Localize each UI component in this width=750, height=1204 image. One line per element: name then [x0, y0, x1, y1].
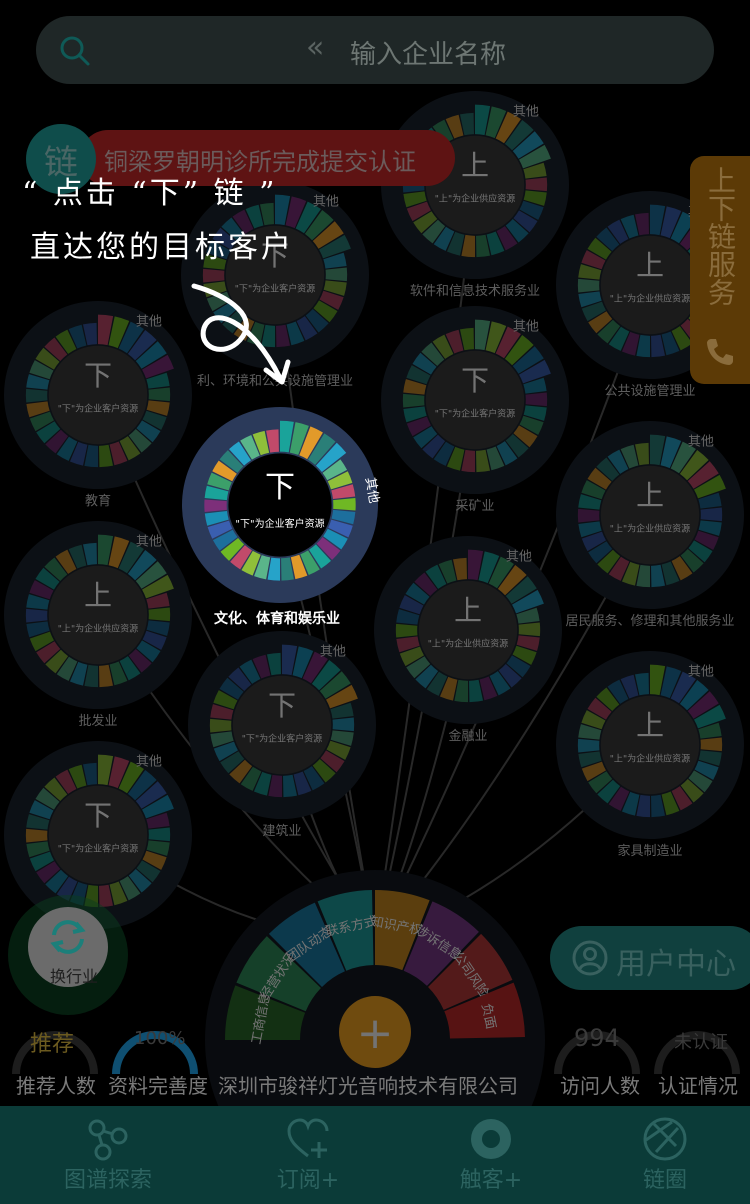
visits-value: 994 [574, 1024, 620, 1052]
bottom-nav: 图谱探索 订阅+ 触客+ 链圈 [0, 1106, 750, 1204]
company-name[interactable]: 深圳市骏祥灯光音响技术有限公司 [218, 1070, 518, 1099]
chain-service-tab[interactable]: 上下链服务 [690, 156, 750, 384]
nav-graph-explore[interactable]: 图谱探索 [33, 1106, 183, 1204]
user-center-label: 用户中心 [616, 947, 736, 982]
completeness-label[interactable]: 资料完善度 [108, 1070, 208, 1099]
nav-chain-circle[interactable]: 链圈 [590, 1106, 740, 1204]
certification-label[interactable]: 认证情况 [658, 1070, 738, 1099]
nav-reach[interactable]: 触客+ [416, 1106, 566, 1204]
user-icon [572, 940, 608, 976]
graph-icon [88, 1119, 128, 1161]
ring-icon [471, 1119, 511, 1159]
recommend-label[interactable]: 推荐人数 [16, 1070, 96, 1099]
main-industry-node[interactable]: 下"下"为企业客户资源其他 [182, 407, 381, 603]
main-node-segment [333, 498, 356, 511]
nav-label-reach: 触客+ [459, 1168, 523, 1193]
search-input[interactable]: 输入企业名称 [350, 34, 506, 71]
search-bar[interactable]: « 输入企业名称 [36, 16, 714, 84]
visits-label[interactable]: 访问人数 [560, 1070, 640, 1099]
aperture-icon [643, 1117, 687, 1161]
switch-industry-inner: 换行业 [28, 907, 108, 987]
nav-label-graph: 图谱探索 [63, 1168, 152, 1193]
user-center-button[interactable]: 用户中心 [550, 926, 750, 990]
main-node-segment [204, 499, 227, 512]
guide-hint-line2: 直达您的目标客户 [30, 230, 294, 265]
main-node-label[interactable]: 文化、体育和娱乐业 [214, 608, 340, 628]
recommend-value: 推荐 [30, 1032, 75, 1057]
guide-arrow-icon [191, 283, 291, 385]
nav-subscribe[interactable]: 订阅+ [233, 1106, 383, 1204]
main-node-center [228, 453, 332, 557]
stats-row: 推荐 推荐人数 100% 资料完善度 深圳市骏祥灯光音响技术有限公司 994 访… [0, 1024, 750, 1106]
heart-plus-icon [287, 1118, 329, 1158]
search-back-glyph[interactable]: « [306, 30, 324, 65]
certification-value: 未认证 [674, 1032, 728, 1053]
chain-service-label: 上下链服务 [704, 166, 737, 306]
completeness-value: 100% [134, 1028, 186, 1049]
main-node-sub: "下"为企业客户资源 [235, 517, 324, 530]
guide-hint-line1: “ 点击 “下” 链 ” [22, 176, 278, 211]
phone-icon [707, 339, 733, 365]
refresh-icon [50, 920, 86, 954]
main-node-char: 下 [265, 470, 295, 505]
graph-stage: 上 "上"为企业供应资源 其他 软件和信息技术服务业下 "下"为企业客户资源 其他 利、环境… [0, 0, 750, 1204]
search-icon [60, 36, 90, 66]
switch-industry-button[interactable]: 换行业 [8, 895, 128, 1015]
nav-label-subscribe: 订阅+ [276, 1168, 340, 1193]
switch-industry-label: 换行业 [50, 967, 99, 986]
nav-label-chain-circle: 链圈 [642, 1168, 687, 1193]
